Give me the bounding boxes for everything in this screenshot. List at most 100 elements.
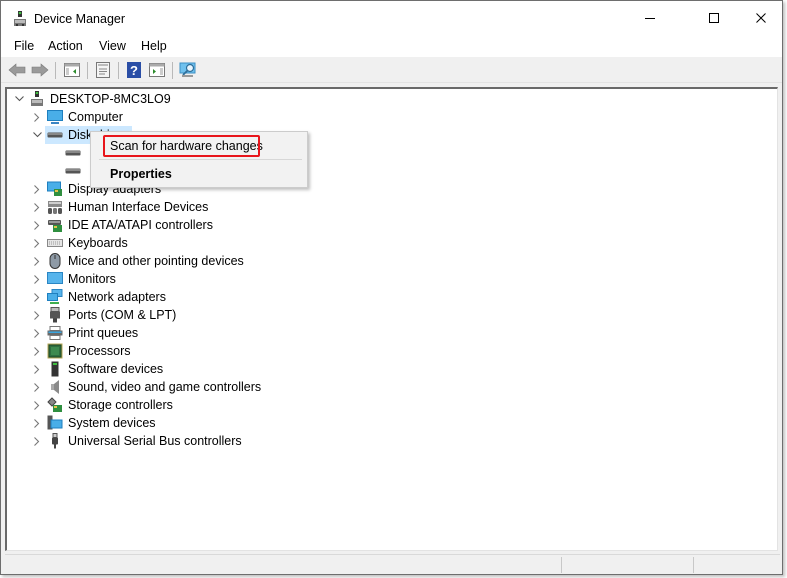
tree-item-mice[interactable]: Mice and other pointing devices [29,252,247,270]
printer-icon [47,325,63,341]
chevron-right-icon[interactable] [29,324,45,342]
toolbar-separator [118,62,119,79]
tree-item-network-adapters[interactable]: Network adapters [29,288,169,306]
usb-icon [47,433,63,449]
chevron-right-icon[interactable] [29,180,45,198]
status-bar [5,554,780,574]
status-bar-divider [561,557,562,573]
maximize-icon [708,12,720,27]
tree-item-disk-child[interactable] [47,162,89,180]
mouse-icon [47,253,63,269]
tree-item-disk-child[interactable] [47,144,89,162]
keyboard-icon [47,235,63,251]
chevron-right-icon[interactable] [29,288,45,306]
chevron-down-icon[interactable] [11,90,27,108]
forward-arrow-icon [31,62,49,80]
tree-item-label: Sound, video and game controllers [68,380,262,394]
tree-item-label: Computer [68,110,123,124]
chevron-right-icon[interactable] [29,396,45,414]
chevron-right-icon[interactable] [29,414,45,432]
device-manager-app-icon [13,11,27,27]
tree-item-human-interface-devices[interactable]: Human Interface Devices [29,198,211,216]
port-icon [47,307,63,323]
chevron-right-icon[interactable] [29,432,45,450]
window-title: Device Manager [34,12,126,26]
software-device-icon [47,361,63,377]
tree-item-sound-video-game[interactable]: Sound, video and game controllers [29,378,264,396]
tree-item-label: Keyboards [68,236,128,250]
disk-drive-icon [47,127,63,143]
title-bar: Device Manager [1,1,782,37]
close-button[interactable] [738,1,784,37]
help-button[interactable]: ? [124,61,144,81]
properties-button[interactable] [93,61,113,81]
tree-root-label: DESKTOP-8MC3LO9 [50,92,171,106]
chevron-down-icon[interactable] [29,126,45,144]
show-hide-action-pane-button[interactable] [147,61,167,81]
chevron-right-icon[interactable] [29,360,45,378]
svg-text:?: ? [130,63,138,78]
tree-item-processors[interactable]: Processors [29,342,134,360]
ide-controller-icon [47,217,63,233]
tree-item-print-queues[interactable]: Print queues [29,324,141,342]
maximize-button[interactable] [691,1,737,37]
menu-item-properties[interactable]: Properties [92,163,306,185]
computer-tower-icon [29,91,45,107]
toolbar-separator [87,62,88,79]
tree-item-label: Network adapters [68,290,166,304]
disk-drive-icon [65,145,81,161]
toolbar: ? [1,58,782,83]
chevron-right-icon[interactable] [29,252,45,270]
tree-item-label: Storage controllers [68,398,173,412]
tree-item-software-devices[interactable]: Software devices [29,360,166,378]
annotation-highlight-box [103,135,260,157]
menu-help[interactable]: Help [141,39,167,53]
chevron-right-icon[interactable] [29,234,45,252]
show-hide-console-tree-button[interactable] [62,61,82,81]
tree-item-ide-controllers[interactable]: IDE ATA/ATAPI controllers [29,216,216,234]
show-hide-console-tree-icon [64,62,80,80]
tree-item-storage-controllers[interactable]: Storage controllers [29,396,176,414]
network-adapter-icon [47,289,63,305]
menu-file[interactable]: File [14,39,34,53]
tree-item-label: Software devices [68,362,164,376]
tree-item-ports[interactable]: Ports (COM & LPT) [29,306,179,324]
toolbar-separator [172,62,173,79]
monitor-icon [47,271,63,287]
back-button[interactable] [7,61,27,81]
show-hide-action-pane-icon [149,62,165,80]
menu-item-label: Properties [110,167,172,181]
tree-item-label: System devices [68,416,156,430]
tree-item-monitors[interactable]: Monitors [29,270,119,288]
display-adapter-icon [47,181,63,197]
chevron-right-icon[interactable] [29,108,45,126]
forward-button[interactable] [30,61,50,81]
help-icon: ? [127,61,141,81]
menu-view[interactable]: View [99,39,126,53]
chevron-right-icon[interactable] [29,270,45,288]
tree-item-usb-controllers[interactable]: Universal Serial Bus controllers [29,432,245,450]
tree-item-keyboards[interactable]: Keyboards [29,234,131,252]
context-menu: Scan for hardware changes Properties [90,131,308,188]
chevron-right-icon[interactable] [29,342,45,360]
tree-item-label: Monitors [68,272,116,286]
minimize-button[interactable] [627,1,673,37]
menu-action[interactable]: Action [48,39,83,53]
scan-hardware-button[interactable] [178,61,198,81]
chevron-right-icon[interactable] [29,306,45,324]
tree-item-system-devices[interactable]: System devices [29,414,159,432]
chevron-right-icon[interactable] [29,216,45,234]
tree-item-label: IDE ATA/ATAPI controllers [68,218,213,232]
tree-item-computer[interactable]: Computer [29,108,126,126]
tree-item-label: Universal Serial Bus controllers [68,434,242,448]
computer-icon [47,109,63,125]
speaker-icon [47,379,63,395]
tree-item-label: Processors [68,344,131,358]
chevron-right-icon[interactable] [29,378,45,396]
tree-root[interactable]: DESKTOP-8MC3LO9 [11,90,174,108]
device-manager-window: Device Manager File Action View Help ? D… [0,0,783,575]
chevron-right-icon[interactable] [29,198,45,216]
toolbar-separator [55,62,56,79]
system-device-icon [47,415,63,431]
storage-controller-icon [47,397,63,413]
